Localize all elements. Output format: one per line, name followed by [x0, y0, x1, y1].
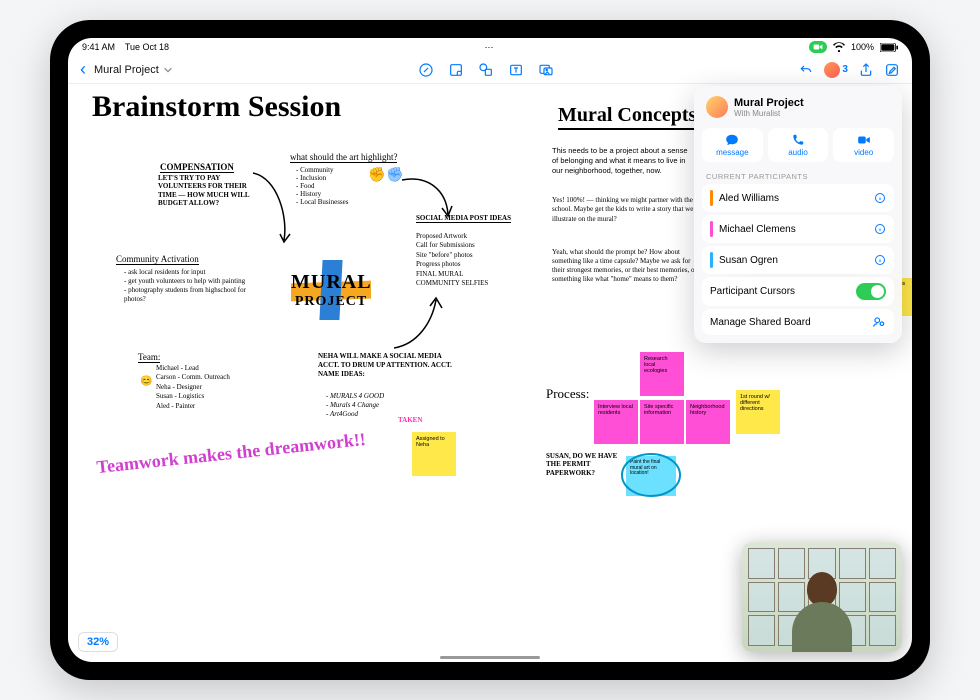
collaboration-icon: [872, 315, 886, 329]
status-time: 9:41 AM: [82, 42, 115, 52]
taken-note: TAKEN: [398, 416, 422, 424]
fist-icon-orange: ✊: [368, 166, 385, 183]
concept-reply-2: Yeah, what should the prompt be? How abo…: [552, 248, 704, 284]
text-tool-icon[interactable]: [508, 62, 524, 78]
participants-heading: CURRENT PARTICIPANTS: [702, 168, 894, 184]
board-avatar-icon: [706, 96, 728, 118]
home-indicator[interactable]: [440, 656, 540, 659]
compensation-body: LET'S TRY TO PAY VOLUNTEERS FOR THEIR TI…: [158, 174, 262, 208]
sticky-research[interactable]: Research local ecologies: [640, 352, 684, 396]
panel-title: Mural Project: [734, 97, 804, 109]
participants-button[interactable]: 3: [824, 62, 848, 78]
new-board-icon[interactable]: [884, 62, 900, 78]
facetime-participant: [787, 572, 857, 652]
message-button[interactable]: message: [702, 128, 763, 162]
highlight-question: what should the art highlight?: [290, 152, 397, 163]
facetime-pill[interactable]: [809, 41, 827, 53]
participant-name: Susan Ogren: [719, 255, 778, 266]
audio-button[interactable]: audio: [768, 128, 829, 162]
concept-blurb: This needs to be a project about a sense…: [552, 146, 692, 175]
sticky-assigned[interactable]: Assigned to Neha: [412, 432, 456, 476]
compensation-label: COMPENSATION: [160, 162, 234, 173]
sticky-sitespec[interactable]: Site specific information: [640, 400, 684, 444]
share-icon[interactable]: [858, 62, 874, 78]
participant-row[interactable]: Aled Williams: [702, 184, 894, 212]
highlight-list: - Community - Inclusion - Food - History…: [296, 166, 349, 206]
activation-label: Community Activation: [116, 254, 199, 265]
cursors-label: Participant Cursors: [710, 286, 795, 297]
status-bar: 9:41 AM Tue Oct 18 ⋯ 100%: [68, 38, 912, 56]
team-body: Michael - Lead Carson - Comm. Outreach N…: [156, 364, 230, 411]
wifi-icon: [833, 42, 845, 52]
video-button[interactable]: video: [833, 128, 894, 162]
participant-name: Michael Clemens: [719, 224, 796, 235]
participant-name: Aled Williams: [719, 193, 779, 204]
info-icon[interactable]: [874, 223, 886, 235]
video-label: video: [854, 148, 873, 157]
shape-tool-icon[interactable]: [478, 62, 494, 78]
susan-note: SUSAN, DO WE HAVE THE PERMIT PAPERWORK?: [546, 452, 618, 477]
participant-row[interactable]: Michael Clemens: [702, 215, 894, 243]
heading-concepts: Mural Concepts: [558, 104, 696, 130]
participant-color: [710, 190, 713, 206]
collaboration-panel: Mural Project With Muralist message audi…: [694, 86, 902, 343]
participant-row[interactable]: Susan Ogren: [702, 246, 894, 274]
sticky-interview[interactable]: Interview local residents: [594, 400, 638, 444]
sticky-history[interactable]: Neighborhood history: [686, 400, 730, 444]
teamwork-note: Teamwork makes the dreamwork!!: [96, 430, 367, 478]
board-title: Mural Project: [94, 64, 159, 76]
info-icon[interactable]: [874, 254, 886, 266]
process-label: Process:: [546, 386, 589, 402]
neha-block: NEHA WILL MAKE A SOCIAL MEDIA ACCT. TO D…: [318, 352, 458, 378]
neha-ideas: - MURALS 4 GOOD - Murals 4 Change - Art4…: [326, 392, 384, 419]
arrow-3: [388, 294, 444, 354]
social-body: Proposed Artwork Call for Submissions Si…: [416, 232, 488, 289]
pencil-tool-icon[interactable]: [418, 62, 434, 78]
arrow-1: [248, 168, 298, 248]
board-title-button[interactable]: Mural Project: [94, 64, 173, 76]
message-icon: [725, 133, 739, 147]
back-button[interactable]: ‹: [80, 59, 86, 80]
zoom-level[interactable]: 32%: [78, 632, 118, 652]
status-date: Tue Oct 18: [125, 42, 169, 52]
mural-project-logo: MURALPROJECT: [276, 260, 386, 320]
final-circle: [620, 450, 682, 500]
manage-board-button[interactable]: Manage Shared Board: [702, 309, 894, 335]
info-icon[interactable]: [874, 192, 886, 204]
heading-brainstorm: Brainstorm Session: [92, 90, 341, 123]
manage-label: Manage Shared Board: [710, 317, 811, 328]
app-toolbar: ‹ Mural Project 3: [68, 56, 912, 84]
participant-color: [710, 221, 713, 237]
team-label: Team:: [138, 352, 160, 363]
battery-percent: 100%: [851, 42, 874, 52]
facetime-pip[interactable]: [742, 542, 902, 652]
sticky-firstround[interactable]: 1st round w/ different directions: [736, 390, 780, 434]
audio-label: audio: [788, 148, 808, 157]
undo-icon[interactable]: [798, 62, 814, 78]
sticky-tool-icon[interactable]: [448, 62, 464, 78]
activation-body: - ask local residents for input - get yo…: [124, 268, 254, 304]
participant-color: [710, 252, 713, 268]
arrow-2: [398, 170, 454, 220]
battery-icon: [880, 43, 898, 52]
participant-count: 3: [842, 64, 848, 75]
participant-cursors-toggle[interactable]: Participant Cursors: [702, 277, 894, 306]
chevron-down-icon: [163, 65, 173, 75]
participant-avatar-icon: [824, 62, 840, 78]
concept-reply: Yes! 100%! — thinking we might partner w…: [552, 196, 700, 224]
message-label: message: [716, 148, 748, 157]
video-icon: [857, 133, 871, 147]
panel-subtitle: With Muralist: [734, 109, 804, 118]
toggle-switch[interactable]: [856, 283, 886, 300]
media-tool-icon[interactable]: [538, 62, 554, 78]
smiley-icon: 😊: [140, 376, 152, 387]
phone-icon: [791, 133, 805, 147]
multitasking-icon[interactable]: ⋯: [485, 42, 494, 53]
